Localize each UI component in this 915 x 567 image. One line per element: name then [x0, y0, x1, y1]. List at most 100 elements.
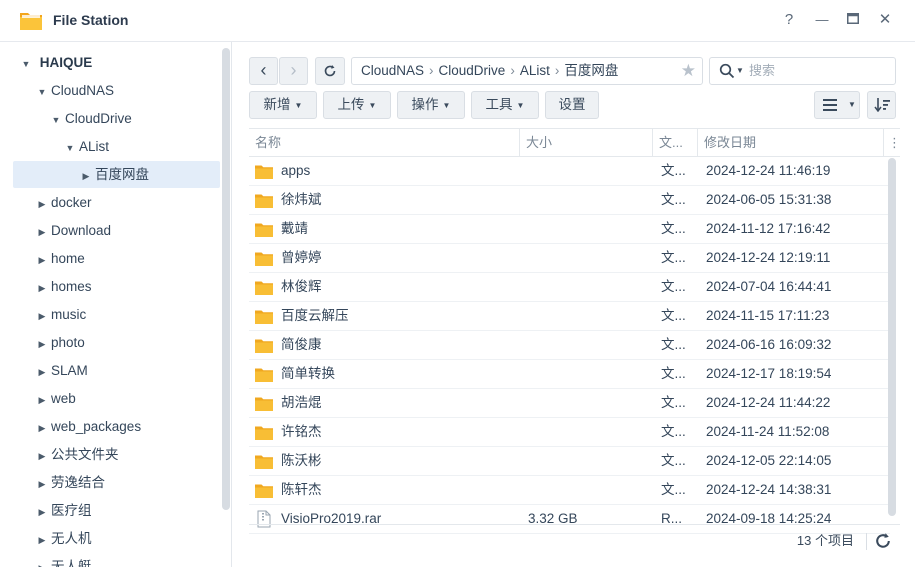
expand-icon[interactable]: ▶ — [36, 359, 48, 386]
column-header-name[interactable]: 名称 — [249, 129, 520, 157]
expand-icon[interactable]: ▶ — [36, 555, 48, 567]
table-row[interactable]: 陈轩杰 文... 2024-12-24 14:38:31 — [249, 476, 890, 505]
tree-item-label: CloudDrive — [65, 111, 132, 126]
search-options-chevron-icon[interactable]: ▼ — [736, 58, 744, 84]
tree-item[interactable]: ▶ Download — [36, 217, 112, 246]
upload-button[interactable]: 上传 ▼ — [323, 91, 391, 119]
expand-icon[interactable]: ▶ — [36, 191, 48, 218]
expand-icon[interactable]: ▶ — [36, 471, 48, 498]
file-name: 陈轩杰 — [281, 482, 322, 497]
table-row[interactable]: 曾婷婷 文... 2024-12-24 12:19:11 — [249, 244, 890, 273]
column-header-modified[interactable]: 修改日期 — [698, 129, 884, 157]
tree-item[interactable]: ▶ 公共文件夹 — [36, 441, 119, 468]
table-row[interactable]: 陈沃彬 文... 2024-12-05 22:14:05 — [249, 447, 890, 476]
collapse-icon[interactable]: ▼ — [64, 135, 76, 162]
expand-icon[interactable]: ▶ — [36, 499, 48, 526]
tree-item[interactable]: ▶ 劳逸结合 — [36, 469, 105, 496]
tree-item[interactable]: ▼ AList — [64, 133, 109, 160]
table-row[interactable]: apps 文... 2024-12-24 11:46:19 — [249, 157, 890, 186]
breadcrumb-current[interactable]: 百度网盘 — [564, 63, 618, 78]
table-row[interactable]: 胡浩焜 文... 2024-12-24 11:44:22 — [249, 389, 890, 418]
folder-icon — [255, 455, 273, 469]
tree-item-label: 无人艇 — [51, 559, 92, 567]
collapse-icon[interactable]: ▼ — [20, 51, 32, 78]
expand-icon[interactable]: ▶ — [36, 219, 48, 246]
breadcrumb-separator: › — [429, 63, 434, 78]
expand-icon[interactable]: ▶ — [36, 443, 48, 470]
tree-item-label: CloudNAS — [51, 83, 115, 98]
tree-root[interactable]: ▼ HAIQUE — [20, 49, 93, 78]
search-icon — [719, 63, 735, 79]
collapse-icon[interactable]: ▼ — [36, 79, 48, 106]
tree-item[interactable]: ▼ CloudNAS — [36, 77, 115, 106]
column-header-type[interactable]: 文... — [653, 129, 698, 157]
tree-item[interactable]: ▶ homes — [36, 273, 92, 300]
expand-icon[interactable]: ▶ — [80, 163, 92, 190]
tree-item[interactable]: ▶ SLAM — [36, 357, 88, 384]
minimize-button[interactable]: — — [812, 10, 832, 30]
help-button[interactable]: ? — [779, 10, 799, 30]
file-type: 文... — [661, 337, 686, 352]
file-name: 百度云解压 — [281, 308, 349, 323]
tree-item[interactable]: ▶ 百度网盘 — [80, 161, 149, 188]
column-header-size[interactable]: 大小 — [520, 129, 653, 157]
settings-button[interactable]: 设置 — [545, 91, 599, 119]
table-row[interactable]: 简俊康 文... 2024-06-16 16:09:32 — [249, 331, 890, 360]
forward-button[interactable]: › — [279, 57, 308, 85]
file-name: 曾婷婷 — [281, 250, 322, 265]
refresh-icon — [324, 65, 336, 77]
tree-item-label: 公共文件夹 — [51, 447, 119, 462]
tree-item[interactable]: ▶ music — [36, 301, 87, 330]
table-row[interactable]: 林俊辉 文... 2024-07-04 16:44:41 — [249, 273, 890, 302]
expand-icon[interactable]: ▶ — [36, 387, 48, 414]
table-scrollbar[interactable] — [888, 158, 896, 516]
tree-item[interactable]: ▼ CloudDrive — [50, 105, 132, 132]
expand-icon[interactable]: ▶ — [36, 415, 48, 442]
tools-button[interactable]: 工具 ▼ — [471, 91, 539, 119]
close-button[interactable]: ✕ — [875, 10, 895, 30]
expand-icon[interactable]: ▶ — [36, 303, 48, 330]
back-button[interactable]: ‹ — [249, 57, 278, 85]
file-modified: 2024-12-24 14:38:31 — [706, 482, 832, 497]
table-row[interactable]: 许铭杰 文... 2024-11-24 11:52:08 — [249, 418, 890, 447]
expand-icon[interactable]: ▶ — [36, 247, 48, 274]
breadcrumb[interactable]: CloudNAS › CloudDrive › AList › 百度网盘 ★ — [351, 57, 703, 85]
sidebar-scrollbar[interactable] — [222, 48, 230, 510]
tree-item[interactable]: ▶无人艇 — [36, 553, 92, 567]
breadcrumb-item[interactable]: CloudNAS — [361, 63, 424, 78]
refresh-icon[interactable] — [874, 532, 892, 550]
table-row[interactable]: 简单转换 文... 2024-12-17 18:19:54 — [249, 360, 890, 389]
tree-item[interactable]: ▶ docker — [36, 189, 92, 216]
table-row[interactable]: 戴靖 文... 2024-11-12 17:16:42 — [249, 215, 890, 244]
tree-item[interactable]: ▶ web_packages — [36, 413, 142, 442]
expand-icon[interactable]: ▶ — [36, 527, 48, 554]
file-name: 许铭杰 — [281, 424, 322, 439]
file-type: 文... — [661, 395, 686, 410]
action-button[interactable]: 操作 ▼ — [397, 91, 465, 119]
file-type: 文... — [661, 424, 686, 439]
view-mode-button[interactable]: ▼ — [814, 91, 860, 119]
chevron-down-icon: ▼ — [442, 101, 451, 110]
collapse-icon[interactable]: ▼ — [50, 107, 62, 134]
chevron-down-icon: ▼ — [294, 101, 303, 110]
folder-icon — [255, 223, 273, 237]
tree-item[interactable]: ▶ home — [36, 245, 85, 272]
table-row[interactable]: 百度云解压 文... 2024-11-15 17:11:23 — [249, 302, 890, 331]
column-options-icon[interactable]: ⋮ — [884, 129, 900, 157]
maximize-button[interactable] — [843, 10, 863, 30]
favorite-star-icon[interactable]: ★ — [681, 58, 696, 84]
sort-button[interactable] — [867, 91, 896, 119]
tree-item[interactable]: ▶ 医疗组 — [36, 497, 92, 524]
refresh-path-button[interactable] — [315, 57, 345, 85]
new-button[interactable]: 新增 ▼ — [249, 91, 317, 119]
expand-icon[interactable]: ▶ — [36, 331, 48, 358]
table-row[interactable]: 徐炜斌 文... 2024-06-05 15:31:38 — [249, 186, 890, 215]
tree-item[interactable]: ▶ web — [36, 385, 76, 412]
file-name: 胡浩焜 — [281, 395, 322, 410]
breadcrumb-item[interactable]: AList — [520, 63, 550, 78]
breadcrumb-item[interactable]: CloudDrive — [439, 63, 506, 78]
search-input[interactable]: ▼ 搜索 — [709, 57, 896, 85]
expand-icon[interactable]: ▶ — [36, 275, 48, 302]
tree-item[interactable]: ▶ photo — [36, 329, 85, 356]
tree-item[interactable]: ▶ 无人机 — [36, 525, 92, 552]
